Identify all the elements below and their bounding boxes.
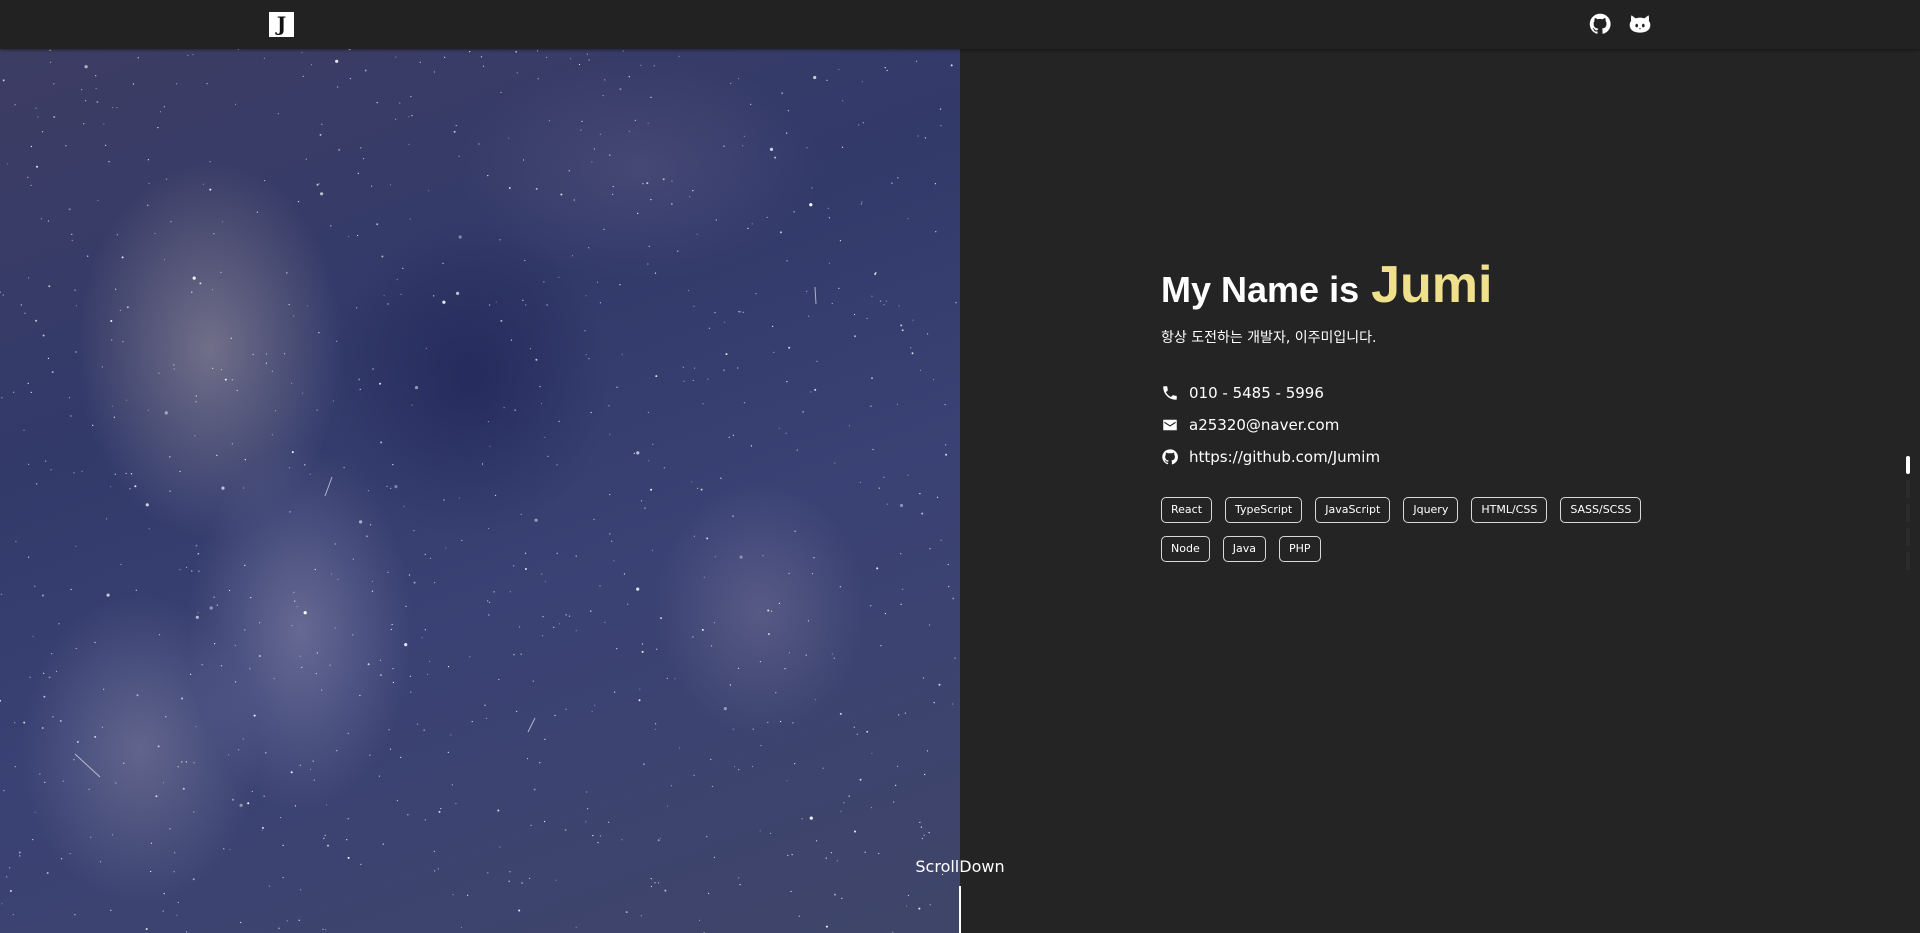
skill-tag-typescript: TypeScript bbox=[1225, 497, 1303, 523]
skill-tag-php: PHP bbox=[1278, 536, 1321, 562]
github-link[interactable]: https://github.com/Jumim bbox=[1189, 448, 1380, 466]
scroll-down-label[interactable]: ScrollDown bbox=[900, 857, 1020, 876]
github-icon[interactable] bbox=[1588, 12, 1612, 36]
page-title: My Name is Jumi bbox=[1161, 255, 1721, 315]
scroll-down-line bbox=[959, 886, 961, 933]
skill-tag-react: React bbox=[1161, 497, 1213, 523]
skill-tag-jquery: Jquery bbox=[1403, 497, 1459, 523]
hero-image bbox=[0, 49, 960, 933]
page-dot-3[interactable] bbox=[1906, 504, 1910, 522]
page-dot-4[interactable] bbox=[1906, 528, 1910, 546]
email-address: a25320@naver.com bbox=[1189, 416, 1340, 434]
skill-tag-java: Java bbox=[1222, 536, 1266, 562]
page-indicator bbox=[1906, 456, 1910, 576]
skill-tag-html-css: HTML/CSS bbox=[1471, 497, 1548, 523]
github-icon bbox=[1161, 448, 1179, 466]
contact-github[interactable]: https://github.com/Jumim bbox=[1161, 441, 1721, 473]
skill-tag-node: Node bbox=[1161, 536, 1210, 562]
skill-tag-javascript: JavaScript bbox=[1315, 497, 1391, 523]
title-prefix: My Name is bbox=[1161, 269, 1360, 310]
tagline: 항상 도전하는 개발자, 이주미입니다. bbox=[1161, 330, 1377, 346]
title-name: Jumi bbox=[1371, 256, 1493, 314]
skill-tags: React TypeScript JavaScript Jquery HTML/… bbox=[1161, 497, 1701, 575]
contact-phone: 010 - 5485 - 5996 bbox=[1161, 377, 1721, 409]
page-dot-2[interactable] bbox=[1906, 480, 1910, 498]
phone-number: 010 - 5485 - 5996 bbox=[1189, 384, 1324, 402]
header: J bbox=[0, 0, 1920, 49]
intro-section: My Name is Jumi 항상 도전하는 개발자, 이주미입니다. 010… bbox=[1161, 255, 1721, 575]
logo[interactable]: J bbox=[269, 12, 294, 37]
octocat-icon[interactable] bbox=[1628, 12, 1652, 36]
contact-list: 010 - 5485 - 5996 a25320@naver.com https… bbox=[1161, 377, 1721, 473]
page-dot-1[interactable] bbox=[1906, 456, 1910, 474]
phone-icon bbox=[1161, 384, 1179, 402]
star-field bbox=[0, 49, 957, 933]
page: J My Name is Jumi 항상 도전하는 개발자, 이주미입니다. 0… bbox=[0, 0, 1920, 933]
page-dot-5[interactable] bbox=[1906, 552, 1910, 570]
skill-tag-sass-scss: SASS/SCSS bbox=[1560, 497, 1642, 523]
contact-email: a25320@naver.com bbox=[1161, 409, 1721, 441]
mail-icon bbox=[1161, 416, 1179, 434]
